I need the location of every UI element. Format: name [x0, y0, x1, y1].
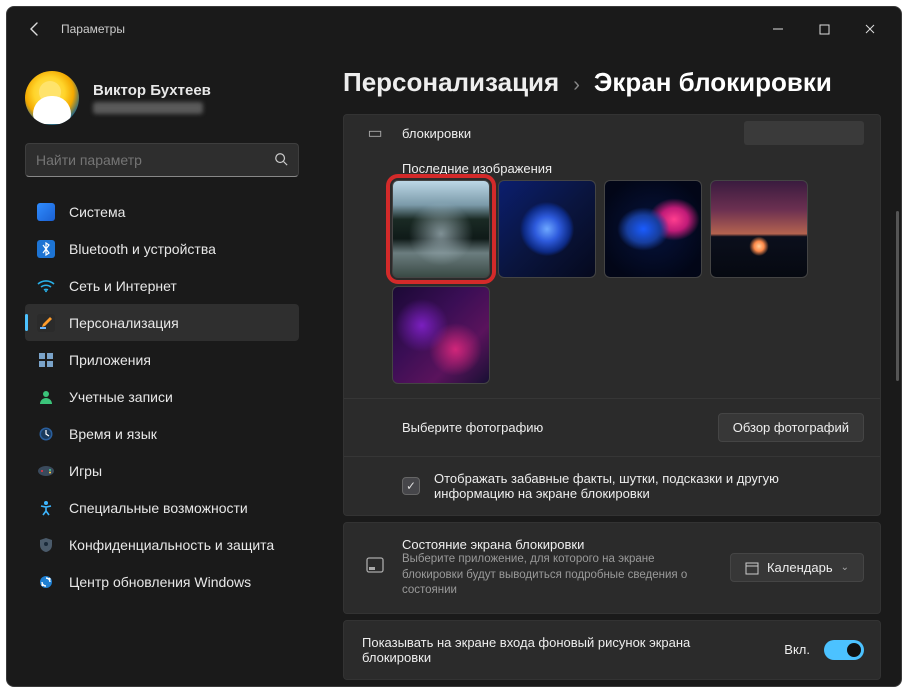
nav-list: Система Bluetooth и устройства Сеть и Ин…: [25, 193, 299, 600]
system-icon: [37, 203, 55, 221]
fun-facts-checkbox[interactable]: ✓: [402, 477, 420, 495]
minimize-button[interactable]: [755, 15, 801, 43]
accessibility-icon: [37, 499, 55, 517]
toggle-state: Вкл.: [784, 642, 810, 657]
calendar-icon: [745, 561, 759, 575]
thumbnail-2[interactable]: [498, 180, 596, 278]
sidebar: Виктор Бухтеев Система: [7, 51, 315, 686]
titlebar: Параметры: [7, 7, 901, 51]
chevron-down-icon: ⌄: [841, 562, 849, 573]
settings-window: Параметры Виктор Бухтеев: [6, 6, 902, 687]
nav-label: Сеть и Интернет: [69, 278, 177, 294]
background-panel: ▭ блокировки Последние изображения: [343, 114, 881, 516]
maximize-button[interactable]: [801, 15, 847, 43]
breadcrumb-current: Экран блокировки: [594, 67, 832, 98]
main-content: Персонализация › Экран блокировки ▭ блок…: [315, 51, 901, 686]
nav-privacy[interactable]: Конфиденциальность и защита: [25, 526, 299, 563]
nav-apps[interactable]: Приложения: [25, 341, 299, 378]
nav-time-language[interactable]: Время и язык: [25, 415, 299, 452]
window-title: Параметры: [61, 22, 125, 36]
shield-icon: [37, 536, 55, 554]
thumbnail-1[interactable]: [392, 180, 490, 278]
nav-personalization[interactable]: Персонализация: [25, 304, 299, 341]
bluetooth-icon: [37, 240, 55, 258]
nav-label: Учетные записи: [69, 389, 173, 405]
window-controls: [755, 15, 893, 43]
chevron-right-icon: ›: [573, 74, 580, 97]
maximize-icon: [819, 24, 830, 35]
clock-icon: [37, 425, 55, 443]
show-background-panel[interactable]: Показывать на экране входа фоновый рисун…: [343, 620, 881, 680]
brush-icon: [37, 314, 55, 332]
breadcrumb-parent[interactable]: Персонализация: [343, 67, 559, 98]
recent-thumbnails: [344, 180, 880, 398]
lock-screen-status-panel[interactable]: Состояние экрана блокировки Выберите при…: [343, 522, 881, 614]
wifi-icon: [37, 277, 55, 295]
browse-photos-button[interactable]: Обзор фотографий: [718, 413, 864, 442]
show-bg-toggle[interactable]: [824, 640, 864, 660]
status-desc: Выберите приложение, для которого на экр…: [402, 552, 716, 599]
nav-label: Bluetooth и устройства: [69, 241, 216, 257]
nav-windows-update[interactable]: Центр обновления Windows: [25, 563, 299, 600]
user-email-redacted: [93, 102, 203, 114]
dropdown-collapsed[interactable]: [744, 121, 864, 145]
nav-accounts[interactable]: Учетные записи: [25, 378, 299, 415]
search-icon: [274, 152, 288, 169]
nav-bluetooth[interactable]: Bluetooth и устройства: [25, 230, 299, 267]
status-icon: [362, 555, 388, 580]
user-display-name: Виктор Бухтеев: [93, 82, 211, 99]
thumbnail-5[interactable]: [392, 286, 490, 384]
nav-network[interactable]: Сеть и Интернет: [25, 267, 299, 304]
avatar: [25, 71, 79, 125]
nav-label: Система: [69, 204, 125, 220]
nav-system[interactable]: Система: [25, 193, 299, 230]
search-field[interactable]: [36, 152, 274, 168]
search-input[interactable]: [25, 143, 299, 177]
thumbnail-3[interactable]: [604, 180, 702, 278]
apps-icon: [37, 351, 55, 369]
close-icon: [864, 23, 876, 35]
breadcrumb: Персонализация › Экран блокировки: [343, 67, 881, 98]
person-icon: [37, 388, 55, 406]
nav-label: Персонализация: [69, 315, 179, 331]
nav-gaming[interactable]: Игры: [25, 452, 299, 489]
close-button[interactable]: [847, 15, 893, 43]
minimize-icon: [772, 23, 784, 35]
nav-label: Игры: [69, 463, 102, 479]
show-bg-label: Показывать на экране входа фоновый рисун…: [362, 635, 722, 665]
truncated-label: блокировки: [402, 126, 471, 141]
arrow-left-icon: [27, 21, 43, 37]
scrollbar[interactable]: [896, 211, 899, 381]
back-button[interactable]: [19, 13, 51, 45]
thumbnail-4[interactable]: [710, 180, 808, 278]
picture-icon: ▭: [362, 123, 388, 143]
nav-label: Центр обновления Windows: [69, 574, 251, 590]
choose-photo-label: Выберите фотографию: [402, 420, 543, 435]
status-title: Состояние экрана блокировки: [402, 537, 716, 552]
nav-accessibility[interactable]: Специальные возможности: [25, 489, 299, 526]
update-icon: [37, 573, 55, 591]
status-app-dropdown[interactable]: Календарь ⌄: [730, 553, 864, 582]
nav-label: Приложения: [69, 352, 151, 368]
recent-images-label: Последние изображения: [402, 161, 552, 176]
fun-facts-label: Отображать забавные факты, шутки, подска…: [434, 471, 834, 501]
nav-label: Специальные возможности: [69, 500, 248, 516]
nav-label: Время и язык: [69, 426, 157, 442]
gaming-icon: [37, 462, 55, 480]
user-profile[interactable]: Виктор Бухтеев: [25, 71, 299, 125]
nav-label: Конфиденциальность и защита: [69, 537, 274, 553]
